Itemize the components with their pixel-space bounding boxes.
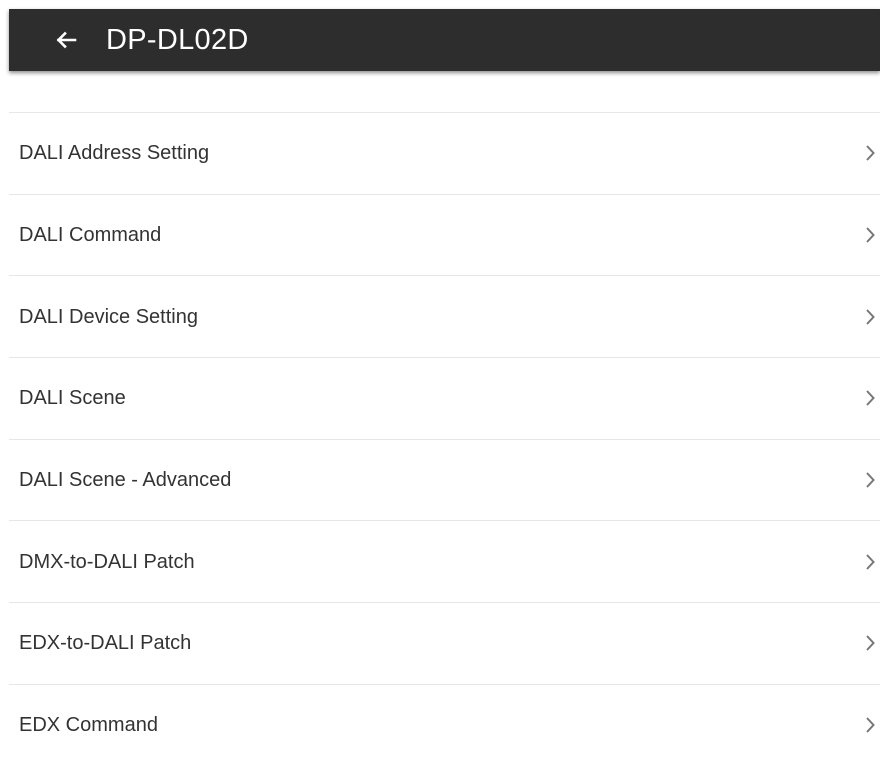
menu-item-dali-address-setting[interactable]: DALI Address Setting — [9, 113, 880, 195]
menu-item-dmx-to-dali-patch[interactable]: DMX-to-DALI Patch — [9, 521, 880, 604]
chevron-right-icon — [863, 143, 877, 163]
chevron-right-icon — [863, 715, 877, 735]
chevron-right-icon — [863, 388, 877, 408]
chevron-right-icon — [863, 633, 877, 653]
menu-item-label: DALI Scene - Advanced — [19, 469, 232, 492]
settings-menu: DALI Address Setting DALI Command DALI D… — [9, 112, 880, 760]
menu-item-label: DMX-to-DALI Patch — [19, 550, 195, 573]
menu-item-label: EDX Command — [19, 714, 158, 737]
menu-item-edx-to-dali-patch[interactable]: EDX-to-DALI Patch — [9, 603, 880, 685]
arrow-left-icon — [55, 29, 77, 51]
menu-item-dali-command[interactable]: DALI Command — [9, 194, 880, 277]
back-button[interactable] — [47, 21, 85, 59]
menu-item-dali-scene[interactable]: DALI Scene — [9, 358, 880, 440]
chevron-right-icon — [863, 307, 877, 327]
menu-item-label: DALI Device Setting — [19, 305, 198, 328]
page-title: DP-DL02D — [106, 23, 249, 56]
chevron-right-icon — [863, 225, 877, 245]
menu-item-label: DALI Address Setting — [19, 142, 210, 165]
menu-item-dali-scene-advanced[interactable]: DALI Scene - Advanced — [9, 439, 880, 522]
menu-item-label: DALI Command — [19, 224, 162, 247]
chevron-right-icon — [863, 470, 877, 490]
app-bar: DP-DL02D — [9, 9, 880, 71]
menu-item-label: DALI Scene — [19, 387, 126, 410]
chevron-right-icon — [863, 552, 877, 572]
app-screen: DP-DL02D DALI Address Setting DALI Comma… — [0, 0, 880, 760]
menu-item-dali-device-setting[interactable]: DALI Device Setting — [9, 276, 880, 359]
menu-item-edx-command[interactable]: EDX Command — [9, 684, 880, 760]
menu-item-label: EDX-to-DALI Patch — [19, 632, 192, 655]
